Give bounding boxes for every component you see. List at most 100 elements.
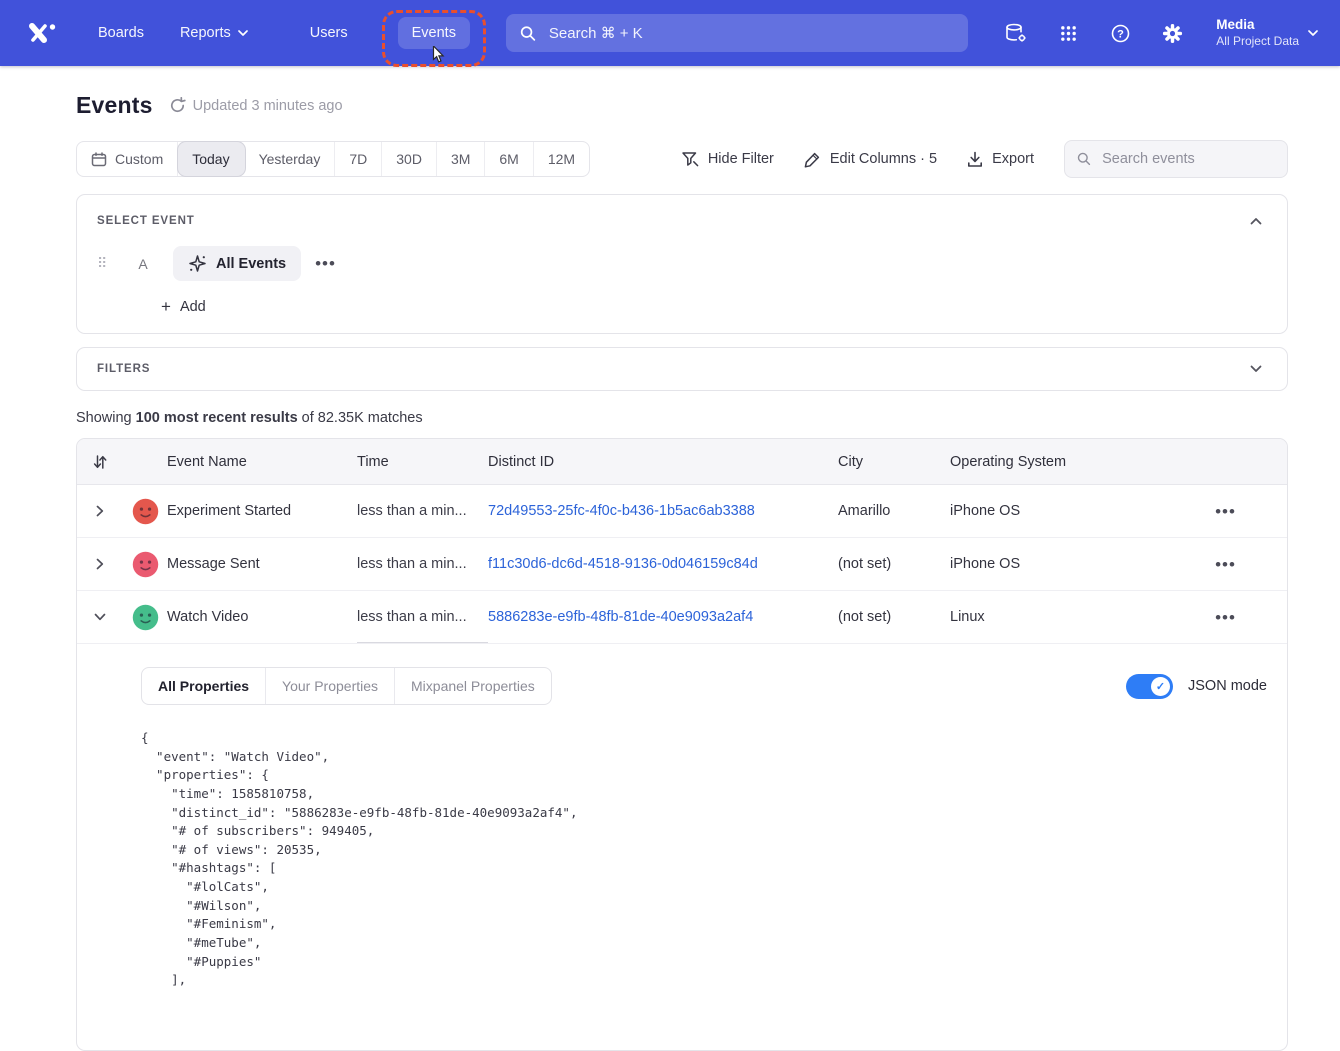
header-city[interactable]: City [838, 454, 950, 470]
event-name-cell: Experiment Started [167, 503, 357, 519]
expand-filters-button[interactable] [1245, 358, 1267, 380]
refresh-icon [169, 97, 186, 114]
nav-item-users[interactable]: Users [296, 17, 362, 49]
event-sparkle-icon [188, 254, 207, 273]
city-cell: (not set) [838, 556, 950, 572]
results-prefix: Showing [76, 410, 136, 426]
date-range-3m[interactable]: 3M [437, 142, 485, 176]
header-time[interactable]: Time [357, 454, 488, 470]
event-row-letter: A [135, 256, 151, 272]
event-selector-chip[interactable]: All Events [173, 246, 301, 281]
sort-icon[interactable] [93, 454, 107, 470]
add-event-label: Add [180, 299, 206, 315]
date-range-label: 3M [451, 151, 470, 167]
header-distinct-id[interactable]: Distinct ID [488, 454, 838, 470]
distinct-id-link[interactable]: 72d49553-25fc-4f0c-b436-1b5ac6ab3388 [488, 503, 755, 519]
events-table: Event Name Time Distinct ID City Operati… [76, 438, 1288, 1051]
row-more-button[interactable]: ••• [1215, 503, 1236, 520]
search-events-field[interactable] [1064, 140, 1288, 178]
nav-item-label: Reports [180, 25, 231, 41]
json-mode-label: JSON mode [1188, 678, 1267, 694]
date-range-label: 7D [349, 151, 367, 167]
properties-tabs: All Properties Your Properties Mixpanel … [141, 667, 552, 705]
time-cell: less than a min... [357, 556, 488, 572]
table-row[interactable]: Message Sent less than a min... f11c30d6… [77, 538, 1287, 591]
nav-item-reports[interactable]: Reports [166, 17, 262, 49]
header-operating-system[interactable]: Operating System [950, 454, 1164, 470]
filters-card[interactable]: FILTERS [76, 347, 1288, 391]
tab-your-properties[interactable]: Your Properties [266, 668, 395, 704]
date-range-7d[interactable]: 7D [335, 142, 382, 176]
collapse-row-button[interactable] [88, 605, 112, 629]
expand-row-button[interactable] [88, 499, 112, 523]
expand-row-button[interactable] [88, 552, 112, 576]
row-more-button[interactable]: ••• [1215, 609, 1236, 626]
event-detail-panel: All Properties Your Properties Mixpanel … [77, 644, 1287, 1050]
json-mode-toggle[interactable]: ✓ [1126, 674, 1173, 699]
header-event-name[interactable]: Event Name [167, 454, 357, 470]
collapse-section-button[interactable] [1245, 210, 1267, 232]
nav-item-boards[interactable]: Boards [84, 17, 158, 49]
global-search[interactable] [506, 14, 968, 52]
date-range-12m[interactable]: 12M [534, 142, 589, 176]
select-event-card: SELECT EVENT ⠿ A All Events ••• + [76, 194, 1288, 334]
mixpanel-logo[interactable] [22, 13, 62, 53]
nav-item-events[interactable]: Events [398, 17, 470, 49]
plus-icon: + [161, 298, 171, 315]
global-search-input[interactable] [547, 24, 954, 43]
project-selector[interactable]: Media All Project Data [1216, 17, 1322, 49]
tab-all-properties[interactable]: All Properties [142, 668, 266, 704]
refresh-button[interactable] [169, 97, 186, 114]
date-range-today[interactable]: Today [178, 142, 244, 176]
date-range-label: Yesterday [259, 151, 321, 167]
toggle-knob-check-icon: ✓ [1151, 677, 1170, 696]
distinct-id-link[interactable]: f11c30d6-dc6d-4518-9136-0d046159c84d [488, 556, 758, 572]
mixpanel-logo-icon [27, 21, 57, 45]
chevron-down-icon [1250, 365, 1262, 373]
export-button[interactable]: Export [967, 151, 1034, 168]
edit-columns-label: Edit Columns · 5 [830, 151, 937, 167]
search-icon [1077, 151, 1091, 167]
table-row[interactable]: Experiment Started less than a min... 72… [77, 485, 1287, 538]
data-management-button[interactable] [998, 15, 1034, 51]
date-range-6m[interactable]: 6M [485, 142, 533, 176]
row-more-button[interactable]: ••• [1215, 556, 1236, 573]
time-cell: less than a min... [357, 591, 488, 643]
edit-columns-button[interactable]: Edit Columns · 5 [804, 151, 937, 168]
date-range-custom[interactable]: Custom [77, 142, 178, 176]
time-cell: less than a min... [357, 503, 488, 519]
date-range-label: 12M [548, 151, 575, 167]
filters-heading: FILTERS [97, 363, 150, 375]
hide-filter-button[interactable]: Hide Filter [681, 151, 774, 168]
distinct-id-link[interactable]: 5886283e-e9fb-48fb-81de-40e9093a2af4 [488, 609, 753, 625]
help-icon: ? [1111, 24, 1130, 43]
date-range-30d[interactable]: 30D [382, 142, 437, 176]
chevron-down-icon [94, 613, 106, 621]
date-range-yesterday[interactable]: Yesterday [245, 142, 336, 176]
date-range-label: 30D [396, 151, 422, 167]
hide-filter-label: Hide Filter [708, 151, 774, 167]
event-avatar [132, 604, 159, 631]
svg-text:?: ? [1117, 28, 1124, 40]
table-header-row: Event Name Time Distinct ID City Operati… [77, 439, 1287, 485]
table-row-expanded[interactable]: Watch Video less than a min... 5886283e-… [77, 591, 1287, 644]
event-avatar [132, 498, 159, 525]
settings-button[interactable] [1154, 15, 1190, 51]
os-cell: Linux [950, 609, 1164, 625]
tab-mixpanel-properties[interactable]: Mixpanel Properties [395, 668, 551, 704]
event-chip-label: All Events [216, 256, 286, 272]
cursor-icon [432, 46, 447, 64]
add-event-button[interactable]: + Add [161, 298, 1267, 315]
updated-timestamp: Updated 3 minutes ago [193, 98, 343, 114]
date-range-selector: Custom Today Yesterday 7D 30D 3M 6M 12M [76, 141, 590, 177]
event-name-cell: Watch Video [167, 609, 357, 625]
chevron-right-icon [96, 505, 104, 517]
search-events-input[interactable] [1100, 150, 1275, 168]
chevron-up-icon [1250, 217, 1262, 225]
results-summary: Showing 100 most recent results of 82.35… [76, 410, 1288, 426]
apps-grid-button[interactable] [1050, 15, 1086, 51]
event-row-more-button[interactable]: ••• [315, 255, 336, 272]
drag-handle-icon[interactable]: ⠿ [97, 255, 121, 272]
help-button[interactable]: ? [1102, 15, 1138, 51]
export-label: Export [992, 151, 1034, 167]
